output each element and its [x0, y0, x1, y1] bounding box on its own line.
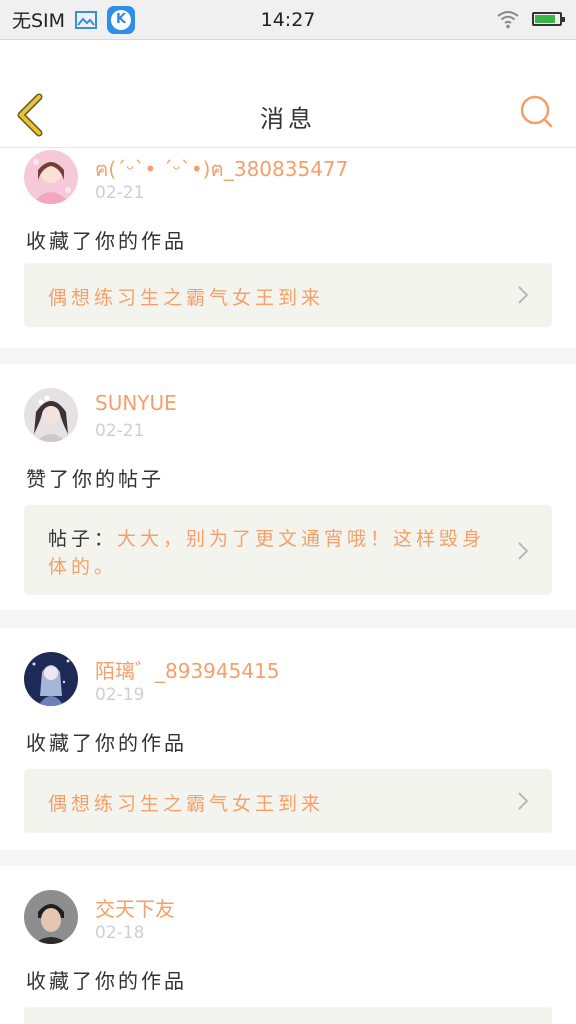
timestamp: 02-18: [95, 923, 145, 943]
chevron-right-icon: [518, 792, 529, 810]
username[interactable]: ฅ(ˊᵕˋ• ˊᵕˋ•)ฅ_380835477: [95, 153, 348, 185]
user-avatar[interactable]: [24, 652, 78, 706]
referenced-work-title: 偶想练习生之霸气女王到来: [48, 287, 325, 309]
chevron-right-icon: [518, 286, 529, 304]
status-left: 无SIM K: [0, 5, 136, 34]
message-list[interactable]: ฅ(ˊᵕˋ• ˊᵕˋ•)ฅ_380835477 02-21 收藏了你的作品 偶想…: [0, 148, 576, 1024]
action-text: 收藏了你的作品: [26, 969, 187, 993]
wifi-icon: [497, 11, 519, 29]
user-avatar[interactable]: [24, 890, 78, 944]
timestamp: 02-21: [95, 421, 145, 441]
referenced-post-link[interactable]: 帖子：大大，别为了更文通宵哦！这样毁身体的。: [24, 505, 552, 595]
chevron-right-icon: [518, 542, 529, 560]
notification-item[interactable]: 交天下友 02-18 收藏了你的作品: [0, 866, 576, 1024]
navigation-header: 消息: [0, 41, 576, 148]
post-label: 帖子：: [48, 528, 118, 550]
timestamp: 02-19: [95, 685, 145, 705]
user-avatar[interactable]: [24, 150, 78, 204]
referenced-work-link[interactable]: 偶想练习生之霸气女王到来: [24, 263, 552, 327]
user-avatar[interactable]: [24, 388, 78, 442]
notification-item[interactable]: SUNYUE 02-21 赞了你的帖子 帖子：大大，别为了更文通宵哦！这样毁身体…: [0, 364, 576, 610]
notification-item[interactable]: ฅ(ˊᵕˋ• ˊᵕˋ•)ฅ_380835477 02-21 收藏了你的作品 偶想…: [0, 148, 576, 348]
referenced-work-link[interactable]: [24, 1007, 552, 1024]
username[interactable]: 陌璃゛_893945415: [95, 655, 280, 684]
search-button[interactable]: [520, 95, 554, 129]
sim-status-text: 无SIM: [12, 10, 66, 32]
search-icon: [520, 95, 553, 128]
notification-item[interactable]: 陌璃゛_893945415 02-19 收藏了你的作品 偶想练习生之霸气女王到来: [0, 628, 576, 850]
referenced-work-link[interactable]: 偶想练习生之霸气女王到来: [24, 769, 552, 833]
battery-icon: [532, 12, 565, 26]
status-bar: 无SIM K 14:27: [0, 0, 576, 40]
status-right: [496, 9, 565, 29]
page-title: 消息: [260, 105, 316, 133]
timestamp: 02-21: [95, 183, 145, 203]
action-text: 收藏了你的作品: [26, 731, 187, 755]
app-screen: 无SIM K 14:27 消息 ฅ(ˊᵕˋ• ˊᵕˋ•)ฅ_380835477 …: [0, 0, 576, 1024]
action-text: 收藏了你的作品: [26, 229, 187, 253]
action-text: 赞了你的帖子: [26, 467, 164, 491]
username[interactable]: 交天下友: [95, 893, 175, 922]
referenced-work-title: 偶想练习生之霸气女王到来: [48, 793, 325, 815]
gallery-notification-icon: [75, 10, 98, 29]
username[interactable]: SUNYUE: [95, 391, 177, 415]
k-app-notification-icon: K: [107, 5, 136, 34]
